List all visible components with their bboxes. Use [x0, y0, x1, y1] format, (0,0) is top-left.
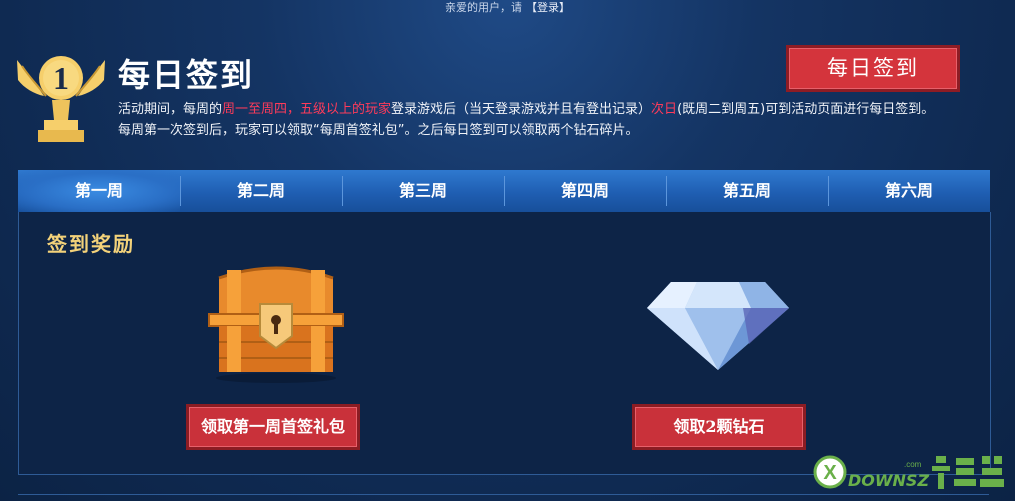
svg-text:.com: .com — [904, 460, 922, 469]
tab-week-3[interactable]: 第三周 — [342, 170, 504, 212]
activity-description: 活动期间，每周的周一至周四，五级以上的玩家登录游戏后（当天登录游戏并且有登出记录… — [118, 99, 938, 141]
claim-first-week-gift-button[interactable]: 领取第一周首签礼包 — [186, 404, 360, 450]
svg-text:1: 1 — [53, 60, 69, 96]
bottom-divider — [18, 494, 989, 495]
rewards-title: 签到奖励 — [47, 232, 135, 256]
tab-week-4[interactable]: 第四周 — [504, 170, 666, 212]
desc-highlight-2: 次日 — [651, 102, 678, 117]
tab-week-5[interactable]: 第五周 — [666, 170, 828, 212]
tab-week-1[interactable]: 第一周 — [18, 170, 180, 212]
login-link[interactable]: 【登录】 — [526, 1, 570, 14]
reward-panel: 签到奖励 领取第一周首签礼包 领取2颗钻石 — [18, 212, 991, 475]
diamond-icon — [647, 282, 789, 370]
top-greeting-bar: 亲爱的用户，请 【登录】 — [0, 0, 1015, 16]
desc-part-1: 活动期间，每周的 — [118, 102, 223, 117]
svg-text:X: X — [823, 462, 837, 484]
page-title: 每日签到 — [118, 56, 255, 94]
week-tabs: 第一周 第二周 第三周 第四周 第五周 第六周 — [18, 170, 990, 212]
svg-text:DOWNSZ: DOWNSZ — [848, 471, 929, 490]
daily-signin-button[interactable]: 每日签到 — [786, 45, 960, 92]
trophy-icon: 1 — [17, 56, 105, 142]
desc-part-2: 登录游戏后（当天登录游戏并且有登出记录） — [391, 102, 652, 117]
greeting-text: 亲爱的用户，请 — [445, 1, 522, 14]
site-watermark-logo: X DOWNSZ .com — [813, 455, 1004, 490]
tab-week-2[interactable]: 第二周 — [180, 170, 342, 212]
desc-highlight-1: 周一至周四，五级以上的玩家 — [222, 102, 392, 117]
tab-week-6[interactable]: 第六周 — [828, 170, 990, 212]
claim-diamonds-button[interactable]: 领取2颗钻石 — [632, 404, 806, 450]
treasure-chest-icon — [208, 266, 344, 383]
